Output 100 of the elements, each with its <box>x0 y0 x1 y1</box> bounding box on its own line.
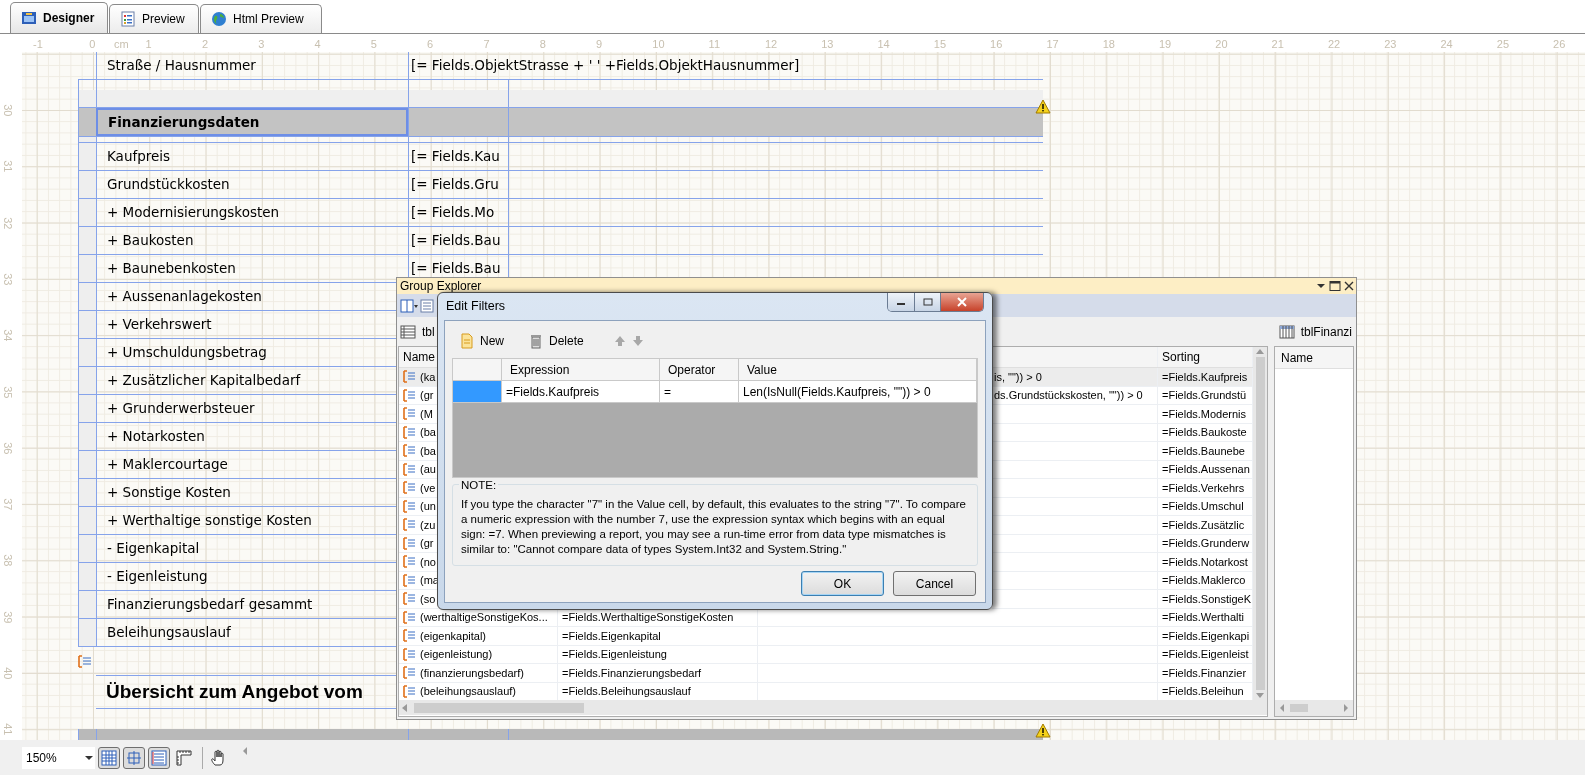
row-handle[interactable] <box>78 283 96 310</box>
field-label: + Notarkosten <box>107 427 205 447</box>
field-label: + Zusätzlicher Kapitalbedarf <box>107 371 301 391</box>
group-icon <box>403 425 416 439</box>
ruler-label: 22 <box>1327 37 1341 52</box>
group-icon <box>403 666 416 680</box>
sections-toggle[interactable] <box>148 746 170 769</box>
ok-button[interactable]: OK <box>801 571 884 596</box>
caret-icon <box>85 754 93 761</box>
operator-cell[interactable]: = <box>660 381 739 403</box>
close-icon[interactable] <box>1342 280 1356 292</box>
minimize-button[interactable] <box>888 293 914 311</box>
group-name: (eigenkapital) <box>420 628 487 644</box>
group-name: (au <box>420 462 436 477</box>
row-handle[interactable] <box>78 137 96 142</box>
field-label: Beleihungsauslauf <box>107 623 231 643</box>
row-handle[interactable] <box>78 563 96 590</box>
field-label: + Sonstige Kosten <box>107 483 231 503</box>
snap-toggle[interactable] <box>123 746 145 769</box>
delete-button[interactable]: Delete <box>524 330 588 352</box>
row-handle[interactable] <box>78 367 96 394</box>
scroll-up-icon[interactable] <box>1255 347 1265 355</box>
arrow-up-icon[interactable] <box>613 335 626 347</box>
close-button[interactable] <box>940 293 983 311</box>
maximize-button[interactable] <box>914 293 940 311</box>
row-handle[interactable] <box>78 591 96 618</box>
field-label: + Aussenanlagekosten <box>107 287 262 307</box>
value-cell[interactable]: Len(IsNull(Fields.Kaufpreis, "")) > 0 <box>739 381 977 403</box>
scroll-right-icon[interactable] <box>1342 703 1350 713</box>
scroll-left-icon[interactable] <box>241 746 249 756</box>
cancel-button[interactable]: Cancel <box>893 571 976 596</box>
columns-icon[interactable] <box>400 297 418 314</box>
tab[interactable]: Designer <box>10 2 108 33</box>
ruler-label: 16 <box>990 37 1003 52</box>
ruler-label: 14 <box>877 37 890 52</box>
column-header[interactable]: Name <box>403 348 435 366</box>
field-label: + Modernisierungskosten <box>107 203 280 223</box>
row-handle[interactable] <box>78 311 96 338</box>
row-handle[interactable] <box>78 143 96 170</box>
tab[interactable]: Preview <box>109 4 199 33</box>
section-header[interactable]: Finanzierungsdaten <box>96 108 408 136</box>
ruler-label: 36 <box>1 441 16 455</box>
warning-icon <box>1035 723 1051 738</box>
zoom-dropdown[interactable]: 150% <box>22 746 95 769</box>
scroll-thumb[interactable] <box>1255 357 1265 690</box>
row-header[interactable] <box>453 381 502 403</box>
row-handle[interactable] <box>78 395 96 422</box>
ruler-icon <box>176 749 192 766</box>
expression-cell[interactable]: =Fields.Kaufpreis <box>502 381 660 403</box>
warning-icon <box>1035 99 1051 114</box>
ruler-label: 25 <box>1496 37 1510 52</box>
group-row[interactable]: (eigenleistung) =Fields.Eigenleistung =Fields.Eigenleist <box>399 645 1253 664</box>
tab[interactable]: Html Preview <box>200 4 322 33</box>
grid-toggle[interactable] <box>98 746 120 769</box>
grid-icon[interactable] <box>420 297 434 314</box>
ruler-label: 6 <box>427 37 434 52</box>
new-document-icon <box>459 333 475 349</box>
row-handle[interactable] <box>78 507 96 534</box>
scroll-thumb[interactable] <box>1290 704 1308 712</box>
row-handle[interactable] <box>78 199 96 226</box>
ruler-label: 4 <box>314 37 321 52</box>
row-handle[interactable] <box>78 171 96 198</box>
ruler-label: 11 <box>708 37 720 52</box>
row-handle[interactable] <box>78 451 96 478</box>
ruler-label: 38 <box>1 554 16 567</box>
scroll-left-icon[interactable] <box>1278 703 1286 713</box>
new-button[interactable]: New <box>455 330 508 352</box>
close-icon <box>956 297 968 307</box>
ruler-label: 41 <box>1 723 16 736</box>
group-row[interactable]: (finanzierungsbedarf) =Fields.Finanzierungsbedarf =Fields.Finanzier <box>399 664 1253 683</box>
group-icon <box>403 592 416 606</box>
ruler-label: 12 <box>764 37 778 52</box>
row-handle[interactable] <box>78 227 96 254</box>
scroll-thumb[interactable] <box>414 702 584 713</box>
ruler-label: 7 <box>483 37 490 52</box>
row-handle[interactable] <box>78 339 96 366</box>
ruler-label: 15 <box>933 37 947 52</box>
ruler-label: 8 <box>539 37 546 52</box>
group-icon <box>403 388 416 402</box>
row-handle[interactable] <box>78 535 96 562</box>
row-handle[interactable] <box>78 255 96 282</box>
group-icon <box>403 610 416 624</box>
row-handle[interactable] <box>78 619 96 646</box>
group-name: (ba <box>420 425 436 440</box>
ruler-label: 39 <box>1 610 16 624</box>
group-icon <box>403 647 416 661</box>
ruler-label: 32 <box>1 216 16 229</box>
arrow-down-icon[interactable] <box>631 335 644 347</box>
group-row[interactable]: (eigenkapital) =Fields.Eigenkapital =Fields.Eigenkapi <box>399 627 1253 646</box>
row-handle[interactable] <box>78 479 96 506</box>
ruler-label: 33 <box>1 273 16 286</box>
maximize-icon[interactable] <box>1328 280 1342 292</box>
row-handle[interactable] <box>78 423 96 450</box>
table-icon <box>1278 324 1295 339</box>
group-name: (ka <box>420 369 436 385</box>
ruler-label: 35 <box>1 385 16 398</box>
group-name: (M <box>420 406 433 422</box>
group-name: (zu <box>420 517 436 533</box>
group-icon <box>403 462 416 476</box>
group-expression: =Fields.Eigenkapital <box>558 627 758 645</box>
